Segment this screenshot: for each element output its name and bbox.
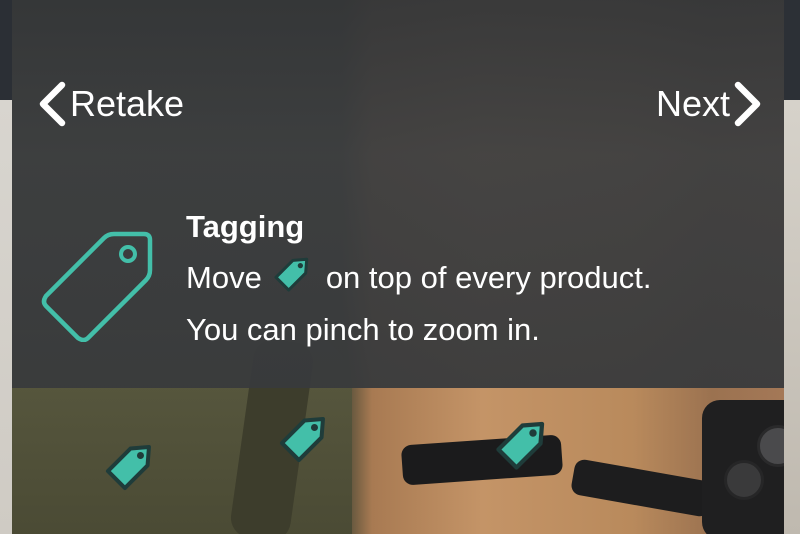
instruction-line-1: Move on top of every product.: [186, 248, 652, 308]
instruction-rest: on top of every product.: [325, 260, 652, 295]
left-bezel: [0, 0, 12, 534]
next-button[interactable]: Next: [656, 76, 766, 132]
tag-outline-icon: [38, 226, 158, 347]
chevron-right-icon: [734, 81, 761, 127]
retake-button[interactable]: Retake: [34, 76, 184, 132]
camera-dial-2: [724, 460, 764, 500]
strap-shape-2: [569, 458, 715, 518]
retake-label: Retake: [70, 83, 185, 124]
instruction-move: Move: [186, 260, 262, 295]
chevron-left-icon: [39, 81, 66, 127]
app-screen: Retake Next Tagging Move on top of every…: [12, 0, 784, 534]
tag-icon: [105, 445, 151, 491]
tag-icon: [279, 417, 325, 463]
tag-pin-3[interactable]: [490, 408, 558, 481]
instruction-line-2: You can pinch to zoom in.: [186, 312, 540, 347]
tag-pin-2[interactable]: [274, 404, 338, 473]
tag-pin-1[interactable]: [100, 432, 164, 501]
next-label: Next: [655, 83, 730, 124]
right-bezel: [784, 0, 800, 534]
instruction-title: Tagging: [186, 209, 305, 244]
instruction-overlay: Retake Next Tagging Move on top of every…: [12, 0, 784, 388]
tag-icon: [496, 421, 545, 470]
tag-icon: [268, 248, 320, 308]
instruction-text: Tagging Move on top of every product. Yo…: [186, 206, 652, 352]
